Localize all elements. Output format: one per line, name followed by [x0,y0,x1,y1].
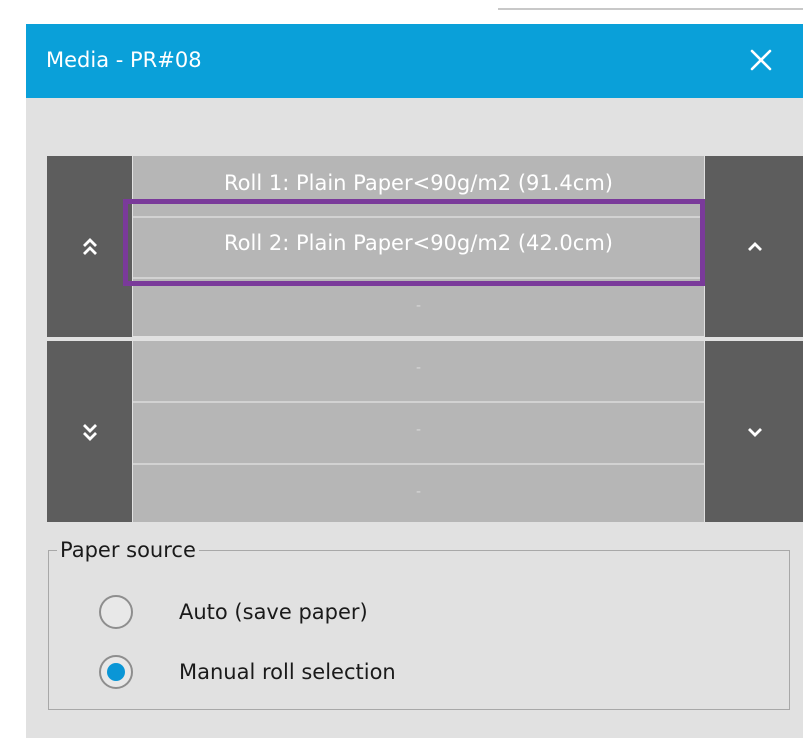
close-icon [750,49,772,71]
chevron-down-icon [747,427,762,437]
paper-source-group: Paper source Auto (save paper) Manual ro… [48,537,790,710]
media-dialog: Media - PR#08 Roll 1: Plain Paper<90g/m2… [26,24,803,738]
dialog-title: Media - PR#08 [46,48,202,72]
paper-source-legend: Paper source [57,537,199,563]
roll-item-label: Roll 1: Plain Paper<90g/m2 (91.4cm) [224,171,613,195]
close-button[interactable] [741,40,781,80]
roll-item-label: - [415,422,422,438]
manual-option-label: Manual roll selection [179,660,396,684]
roll-item-label: Roll 2: Plain Paper<90g/m2 (42.0cm) [224,231,613,255]
roll-list: Roll 1: Plain Paper<90g/m2 (91.4cm) Roll… [133,156,704,522]
item-scroll-column [705,156,803,522]
title-bar: Media - PR#08 [26,24,803,98]
roll-item-5[interactable]: - [133,403,704,463]
page-scroll-column [47,156,132,522]
roll-item-label: - [415,360,422,376]
chevron-up-icon [747,241,762,251]
page-up-button[interactable] [47,156,132,337]
auto-option-label: Auto (save paper) [179,600,368,624]
scroll-up-button[interactable] [705,156,803,337]
roll-item-4[interactable]: - [133,341,704,401]
double-chevron-down-icon [82,423,97,441]
double-chevron-up-icon [82,237,97,255]
roll-item-1[interactable]: Roll 1: Plain Paper<90g/m2 (91.4cm) [133,156,704,216]
radio-selected-dot [107,663,125,681]
roll-item-2[interactable]: Roll 2: Plain Paper<90g/m2 (42.0cm) [133,218,704,277]
roll-item-6[interactable]: - [133,465,704,522]
roll-item-label: - [415,298,422,314]
manual-radio-button[interactable] [99,655,133,689]
roll-item-3[interactable]: - [133,279,704,336]
roll-list-panel: Roll 1: Plain Paper<90g/m2 (91.4cm) Roll… [47,156,803,522]
background-divider [498,8,803,10]
auto-radio-button[interactable] [99,595,133,629]
roll-item-label: - [415,484,422,500]
page-down-button[interactable] [47,341,132,522]
scroll-down-button[interactable] [705,341,803,522]
background-strip [0,0,803,24]
